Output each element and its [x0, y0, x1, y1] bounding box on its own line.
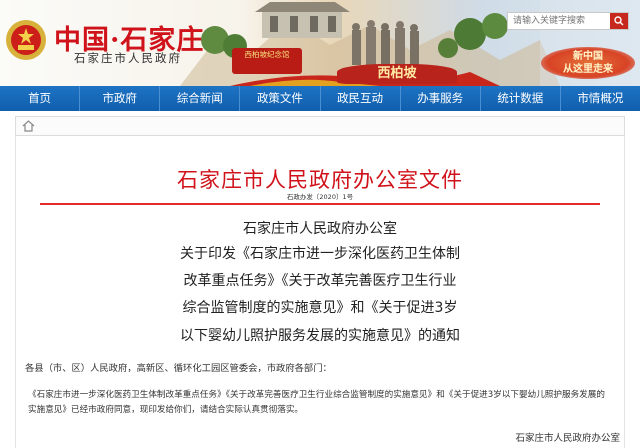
document-issuer: 石家庄市人民政府办公室 — [243, 221, 397, 237]
nav-item-statistics[interactable]: 统计数据 — [481, 86, 560, 111]
nav-item-policy-documents[interactable]: 政策文件 — [240, 86, 319, 111]
nav-item-city-overview[interactable]: 市情概况 — [561, 86, 640, 111]
document-number: 石政办发〔2020〕1号 — [286, 193, 354, 201]
document-header: 石家庄市人民政府办公室文件 — [177, 168, 463, 192]
breadcrumb — [15, 116, 625, 136]
banner-sign-right-text: 新中国 从这里走来 — [563, 51, 613, 75]
document-body-line: 《石家庄市进一步深化医药卫生体制改革重点任务》《关于改革完善医疗卫生行业综合监管… — [28, 390, 605, 400]
banner-sign-center: 西柏坡 — [337, 64, 457, 84]
red-divider — [40, 203, 600, 205]
main-nav: 首页 市政府 综合新闻 政策文件 政民互动 办事服务 统计数据 市情概况 — [0, 86, 640, 111]
document-title-line: 以下婴幼儿照护服务发展的实施意见》的通知 — [180, 328, 460, 344]
document-title-line: 关于印发《石家庄市进一步深化医药卫生体制 — [180, 246, 460, 262]
banner-sign-left: 西柏坡纪念馆 — [232, 48, 302, 74]
nav-item-news[interactable]: 综合新闻 — [160, 86, 239, 111]
document-addressees: 各县（市、区）人民政府，高新区、循环化工园区管委会，市政府各部门： — [25, 363, 332, 374]
search-icon — [614, 16, 624, 26]
home-icon[interactable] — [22, 120, 35, 132]
header-banner: 中国·石家庄 石家庄市人民政府 西柏坡纪念馆 西柏坡 新中国 从这里走来 — [0, 0, 640, 86]
site-subtitle: 石家庄市人民政府 — [74, 51, 182, 65]
nav-item-city-government[interactable]: 市政府 — [80, 86, 159, 111]
search-box — [507, 12, 629, 30]
document-title-line: 综合监管制度的实施意见》和《关于促进3岁 — [182, 300, 458, 316]
search-button[interactable] — [610, 13, 628, 29]
document-title-line: 改革重点任务》《关于改革完善医疗卫生行业 — [183, 273, 457, 289]
nav-item-home[interactable]: 首页 — [0, 86, 79, 111]
nav-item-services[interactable]: 办事服务 — [401, 86, 480, 111]
national-emblem-icon — [6, 20, 46, 60]
document-body-line: 实施意见》已经市政府同意，现印发给你们，请结合实际认真贯彻落实。 — [28, 405, 304, 415]
document-sign-off: 石家庄市人民政府办公室 — [515, 433, 620, 444]
nav-item-interaction[interactable]: 政民互动 — [321, 86, 400, 111]
search-input[interactable] — [508, 13, 612, 29]
banner-sign-right: 新中国 从这里走来 — [541, 47, 635, 79]
